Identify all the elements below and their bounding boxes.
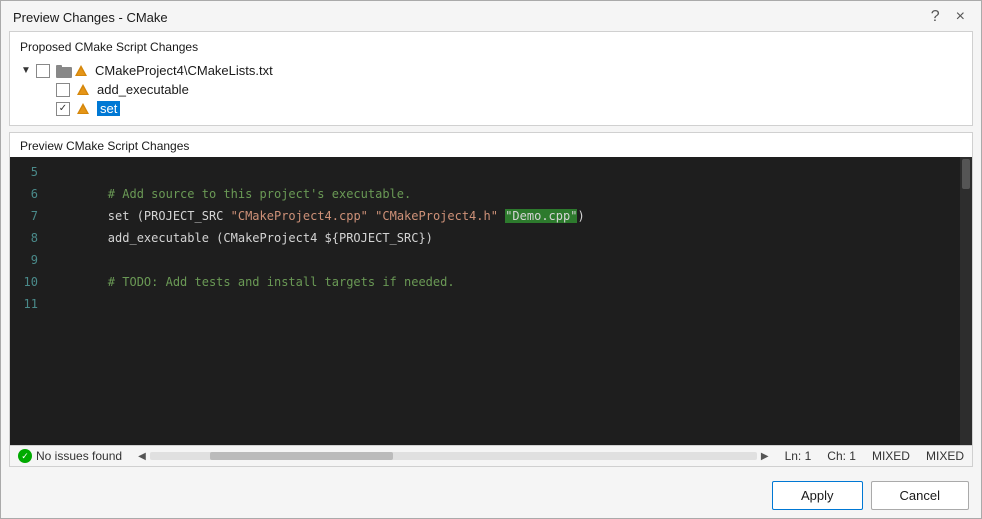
- ch-label: Ch: 1: [827, 449, 856, 463]
- horizontal-scrollbar-container: ◀ ▶: [138, 451, 769, 462]
- help-button[interactable]: ?: [927, 9, 944, 25]
- h-scroll-track[interactable]: [150, 452, 757, 460]
- status-ok-icon: ✓: [18, 449, 32, 463]
- tree-item-root: ▼ CMakeProject4\CMakeLists.txt: [20, 62, 962, 79]
- expand-arrow-icon[interactable]: ▼: [20, 65, 32, 77]
- code-line-6: # Add source to this project's executabl…: [50, 183, 960, 205]
- tree-item-root-label: CMakeProject4\CMakeLists.txt: [95, 63, 273, 78]
- top-panel: Proposed CMake Script Changes ▼: [9, 31, 973, 126]
- h-scroll-right-arrow[interactable]: ▶: [761, 451, 769, 462]
- line-num-5: 5: [31, 161, 38, 183]
- code-lines: # Add source to this project's executabl…: [46, 157, 960, 445]
- checkbox-add-executable[interactable]: [56, 83, 70, 97]
- eol1-label: MIXED: [872, 449, 910, 463]
- tree-item-set-label[interactable]: set: [97, 101, 120, 116]
- code-line-7: set (PROJECT_SRC "CMakeProject4.cpp" "CM…: [50, 205, 960, 227]
- eol2-label: MIXED: [926, 449, 964, 463]
- cancel-button[interactable]: Cancel: [871, 481, 969, 510]
- ln-label: Ln: 1: [785, 449, 812, 463]
- tree-item-set: set: [20, 100, 962, 117]
- title-bar-controls: ? ×: [927, 9, 969, 25]
- code-line-10: # TODO: Add tests and install targets if…: [50, 271, 960, 293]
- footer: Apply Cancel: [1, 473, 981, 518]
- dialog-title: Preview Changes - CMake: [13, 10, 168, 25]
- code-area: 5 6 7 8 9 10 11 # Add source to this pro…: [10, 157, 972, 445]
- line-num-9: 9: [31, 249, 38, 271]
- cmake-set-icon: [76, 102, 90, 116]
- line-num-7: 7: [31, 205, 38, 227]
- code-line-8: add_executable (CMakeProject4 ${PROJECT_…: [50, 227, 960, 249]
- vertical-scrollbar[interactable]: [960, 157, 972, 445]
- checkbox-root[interactable]: [36, 64, 50, 78]
- status-ok: ✓ No issues found: [18, 449, 122, 463]
- close-button[interactable]: ×: [952, 9, 969, 25]
- code-preview-title: Preview CMake Script Changes: [10, 133, 972, 157]
- checkbox-set[interactable]: [56, 102, 70, 116]
- code-line-9: [50, 249, 960, 271]
- line-num-10: 10: [24, 271, 38, 293]
- code-content: 5 6 7 8 9 10 11 # Add source to this pro…: [10, 157, 972, 445]
- cmake-icon: [74, 64, 88, 78]
- tree-item-add-executable: add_executable: [20, 81, 962, 98]
- dialog: Preview Changes - CMake ? × Proposed CMa…: [0, 0, 982, 519]
- line-num-6: 6: [31, 183, 38, 205]
- code-line-5: [50, 161, 960, 183]
- folder-icon: [56, 64, 72, 78]
- apply-button[interactable]: Apply: [772, 481, 863, 510]
- cmake-small-icon: [76, 83, 90, 97]
- status-ok-text: No issues found: [36, 449, 122, 463]
- line-numbers: 5 6 7 8 9 10 11: [10, 157, 46, 445]
- status-bar: ✓ No issues found ◀ ▶ Ln: 1 Ch: 1 MIXED …: [10, 445, 972, 466]
- tree-item-add-executable-label: add_executable: [97, 82, 189, 97]
- line-num-11: 11: [24, 293, 38, 315]
- title-bar: Preview Changes - CMake ? ×: [1, 1, 981, 31]
- line-num-8: 8: [31, 227, 38, 249]
- bottom-panel: Preview CMake Script Changes 5 6 7 8 9 1…: [9, 132, 973, 467]
- h-scroll-thumb[interactable]: [210, 452, 392, 460]
- scrollbar-thumb-v[interactable]: [962, 159, 970, 189]
- status-right: Ln: 1 Ch: 1 MIXED MIXED: [785, 449, 964, 463]
- code-line-11: [50, 293, 960, 315]
- h-scroll-left-arrow[interactable]: ◀: [138, 451, 146, 462]
- file-tree: ▼ CMakeProject4\CMakeLists.txt: [20, 62, 962, 117]
- proposed-changes-title: Proposed CMake Script Changes: [20, 40, 962, 54]
